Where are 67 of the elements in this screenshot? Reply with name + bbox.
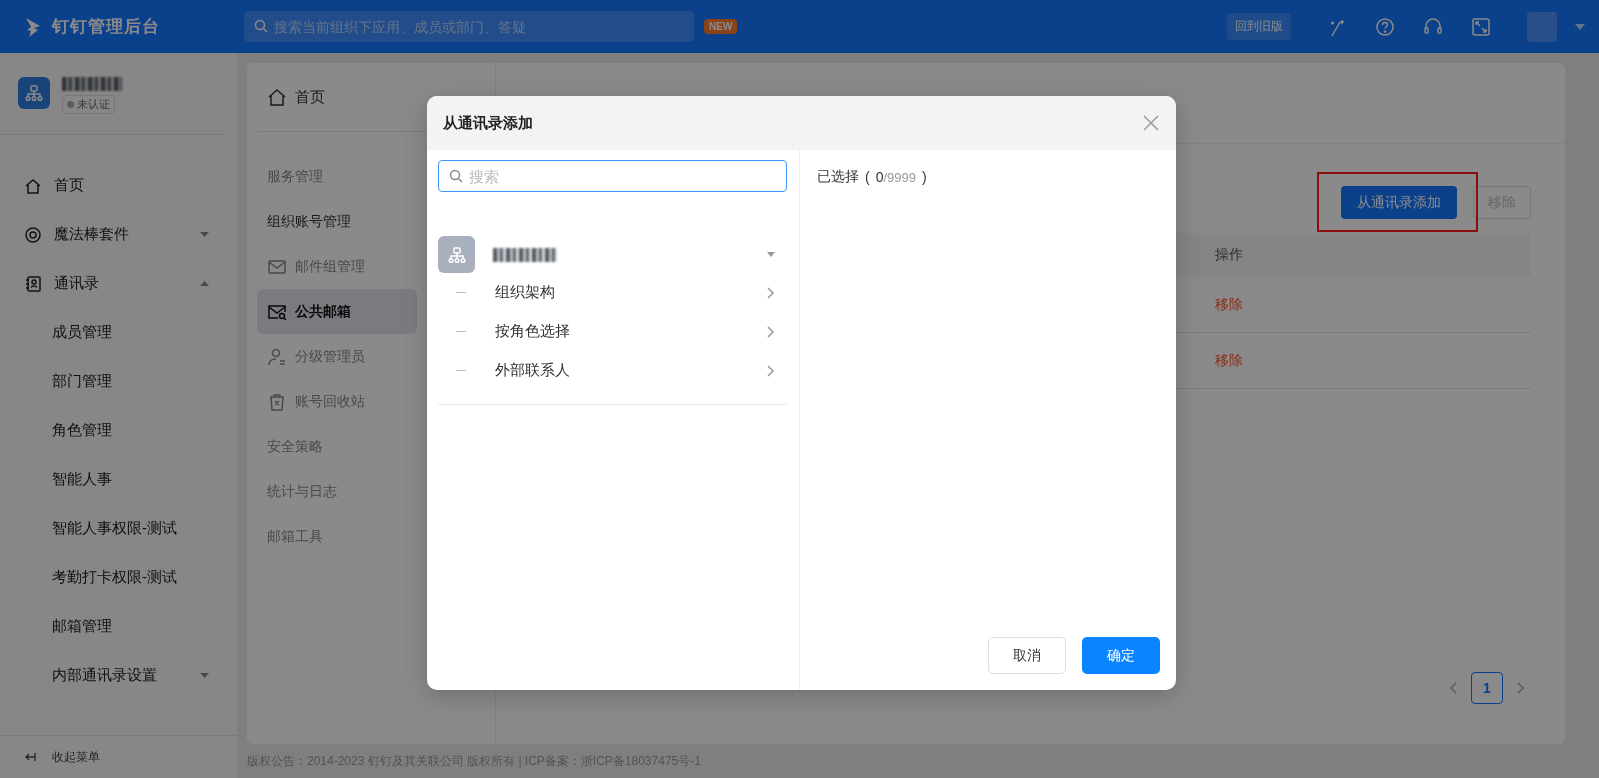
- sidebar-item[interactable]: 考勤打卡权限-测试: [0, 553, 237, 602]
- contact-source-option[interactable]: 外部联系人: [438, 351, 787, 390]
- admin-user-icon: [267, 346, 287, 367]
- sidebar-item[interactable]: 通讯录: [0, 259, 237, 308]
- help-icon[interactable]: [1375, 16, 1395, 37]
- blurred-name: [493, 247, 557, 262]
- fullscreen-icon[interactable]: [1471, 16, 1491, 37]
- chevron-right-icon: [767, 286, 775, 299]
- collapse-arrow-icon: [24, 751, 36, 763]
- caret-up-icon: [200, 281, 209, 286]
- close-icon[interactable]: [1142, 114, 1160, 132]
- dingtalk-logo: [24, 15, 42, 38]
- sidebar-item[interactable]: 邮箱管理: [0, 602, 237, 651]
- cancel-button[interactable]: 取消: [988, 637, 1066, 674]
- sidebar-item[interactable]: 智能人事权限-测试: [0, 504, 237, 553]
- nav-section[interactable]: 安全策略: [257, 424, 417, 469]
- chevron-right-icon: [767, 364, 775, 377]
- headset-icon[interactable]: [1423, 16, 1443, 37]
- search-icon: [254, 19, 268, 33]
- sidebar-item[interactable]: 部门管理: [0, 357, 237, 406]
- chevron-left-icon[interactable]: [1449, 682, 1457, 694]
- contact-book-icon: [24, 274, 42, 293]
- caret-down-icon: [200, 673, 209, 678]
- sidebar-item[interactable]: 首页: [0, 161, 237, 210]
- nav-section[interactable]: 服务管理: [257, 154, 417, 199]
- app-title: 钉钉管理后台: [52, 16, 160, 38]
- sidebar-item[interactable]: 内部通讯录设置: [0, 651, 237, 700]
- org-chart-drawing: [446, 244, 467, 265]
- collapse-menu-button[interactable]: 收起菜单: [0, 735, 237, 778]
- contact-source-option[interactable]: 按角色选择: [438, 312, 787, 351]
- home-icon: [267, 87, 287, 107]
- nav-item[interactable]: 分级管理员: [257, 334, 417, 379]
- selected-paren: ): [922, 169, 927, 185]
- caret-down-icon[interactable]: [767, 252, 775, 257]
- trash-icon: [267, 391, 287, 412]
- chevron-right-icon[interactable]: [1517, 682, 1525, 694]
- add-from-contacts-button[interactable]: 从通讯录添加: [1341, 186, 1457, 219]
- new-badge: NEW: [704, 19, 738, 34]
- search-icon: [449, 169, 463, 183]
- search-field[interactable]: 搜索: [438, 160, 787, 192]
- page-button[interactable]: 1: [1471, 672, 1503, 704]
- selected-label: 已选择: [817, 168, 859, 186]
- home-link[interactable]: 首页: [257, 87, 325, 107]
- blurred-name: [62, 77, 122, 91]
- column-header: 操作: [1215, 246, 1243, 264]
- nav-section[interactable]: 邮箱工具: [257, 514, 417, 559]
- sidebar-item[interactable]: 成员管理: [0, 308, 237, 357]
- nav-section[interactable]: 统计与日志: [257, 469, 417, 514]
- dialog-title: 从通讯录添加: [443, 113, 533, 133]
- sidebar-item[interactable]: 智能人事: [0, 455, 237, 504]
- home-icon: [24, 176, 42, 195]
- verification-badge: 未认证: [62, 95, 115, 114]
- contact-source-option[interactable]: 组织架构: [438, 273, 787, 312]
- target-icon: [24, 225, 42, 244]
- selected-count: 0: [875, 169, 884, 185]
- caret-down-icon[interactable]: [1575, 23, 1585, 30]
- sidebar-item[interactable]: 角色管理: [0, 406, 237, 455]
- selected-paren: (: [865, 169, 870, 185]
- selected-limit: /9999: [883, 169, 916, 185]
- chevron-right-icon: [767, 325, 775, 338]
- nav-item[interactable]: 邮件组管理: [257, 244, 417, 289]
- nav-section[interactable]: 组织账号管理: [257, 199, 417, 244]
- org-chart-icon: [24, 83, 44, 103]
- sidebar-item[interactable]: 魔法棒套件: [0, 210, 237, 259]
- confirm-button[interactable]: 确定: [1082, 637, 1160, 674]
- caret-down-icon: [200, 232, 209, 237]
- nav-item[interactable]: 公共邮箱: [257, 289, 417, 334]
